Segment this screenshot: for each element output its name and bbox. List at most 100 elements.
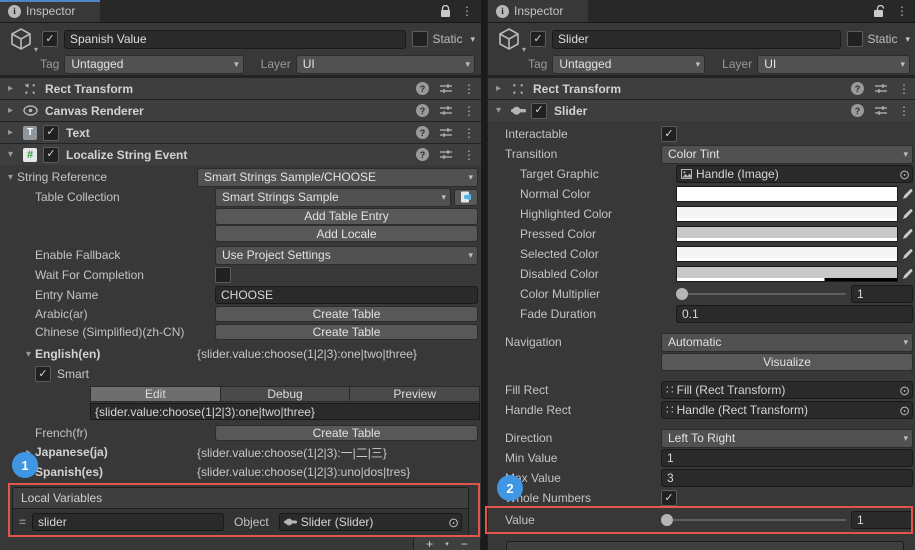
component-header-localize-string-event[interactable]: ▾ # ✓ Localize String Event ? ⋮ (0, 143, 481, 165)
visualize-button[interactable]: Visualize (661, 353, 913, 371)
component-enabled-checkbox[interactable]: ✓ (43, 125, 59, 141)
foldout-icon[interactable]: ▸ (492, 83, 505, 94)
foldout-icon[interactable]: ▾ (492, 105, 505, 116)
eyedropper-icon[interactable] (902, 248, 913, 260)
kebab-menu-icon[interactable]: ⋮ (461, 5, 473, 17)
variable-name-field[interactable]: slider (32, 513, 224, 531)
kebab-menu-icon[interactable]: ⋮ (463, 127, 475, 139)
presets-icon[interactable] (440, 149, 452, 160)
foldout-icon[interactable]: ▾ (4, 172, 17, 183)
foldout-icon[interactable]: ▸ (4, 127, 17, 138)
component-header-canvas-renderer[interactable]: ▸ Canvas Renderer ? ⋮ (0, 99, 481, 121)
layer-dropdown[interactable]: UI ▾ (757, 55, 910, 74)
table-collection-dropdown[interactable]: Smart Strings Sample ▾ (215, 188, 451, 207)
fill-rect-field[interactable]: ∷ Fill (Rect Transform) ⊙ (661, 381, 913, 399)
min-value-field[interactable]: 1 (661, 449, 913, 467)
tab-debug[interactable]: Debug (220, 386, 350, 402)
value-slider[interactable] (661, 513, 848, 527)
help-icon[interactable]: ? (416, 126, 429, 139)
help-icon[interactable]: ? (851, 104, 864, 117)
gameobject-name-field[interactable]: Slider (552, 30, 841, 49)
static-checkbox[interactable] (847, 31, 863, 47)
presets-icon[interactable] (875, 83, 887, 94)
lock-closed-icon[interactable] (440, 5, 451, 18)
target-graphic-field[interactable]: Handle (Image) ⊙ (676, 165, 913, 183)
presets-icon[interactable] (875, 105, 887, 116)
tab-inspector[interactable]: i Inspector (0, 0, 100, 22)
chevron-down-icon[interactable]: ▾ (905, 34, 910, 45)
disabled-color-swatch[interactable] (676, 266, 898, 282)
presets-icon[interactable] (440, 105, 452, 116)
handle-rect-field[interactable]: ∷ Handle (Rect Transform) ⊙ (661, 401, 913, 419)
tag-dropdown[interactable]: Untagged ▾ (552, 55, 705, 74)
string-reference-dropdown[interactable]: Smart Strings Sample/CHOOSE ▾ (197, 168, 478, 187)
navigation-dropdown[interactable]: Automatic ▾ (661, 333, 913, 352)
gameobject-name-field[interactable]: Spanish Value (64, 30, 406, 49)
static-checkbox[interactable] (412, 31, 428, 47)
kebab-menu-icon[interactable]: ⋮ (463, 83, 475, 95)
object-picker-icon[interactable]: ⊙ (448, 516, 459, 529)
enable-fallback-dropdown[interactable]: Use Project Settings ▾ (215, 246, 478, 265)
add-variable-button[interactable]: + (426, 538, 433, 550)
kebab-menu-icon[interactable]: ⋮ (898, 83, 910, 95)
help-icon[interactable]: ? (416, 104, 429, 117)
remove-variable-button[interactable]: − (461, 538, 468, 550)
object-picker-icon[interactable]: ⊙ (899, 384, 910, 397)
component-enabled-checkbox[interactable]: ✓ (43, 147, 59, 163)
create-table-button-arabic[interactable]: Create Table (215, 306, 478, 322)
drag-handle-icon[interactable]: = (19, 515, 26, 529)
variable-object-field[interactable]: Slider (Slider) ⊙ (279, 513, 462, 531)
foldout-icon[interactable]: ▾ (4, 349, 35, 360)
component-header-rect-transform[interactable]: ▸ Rect Transform ? ⋮ (0, 77, 481, 99)
transition-dropdown[interactable]: Color Tint ▾ (661, 145, 913, 164)
wait-for-completion-checkbox[interactable] (215, 267, 231, 283)
interactable-checkbox[interactable]: ✓ (661, 126, 677, 142)
component-header-slider[interactable]: ▾ ✓ Slider ? ⋮ (488, 99, 915, 121)
color-multiplier-slider[interactable] (676, 287, 848, 301)
active-checkbox[interactable]: ✓ (530, 31, 546, 47)
fade-duration-field[interactable]: 0.1 (676, 305, 913, 323)
direction-dropdown[interactable]: Left To Right ▾ (661, 429, 913, 448)
lock-open-icon[interactable] (873, 5, 886, 18)
tab-edit[interactable]: Edit (90, 386, 220, 402)
presets-icon[interactable] (440, 127, 452, 138)
help-icon[interactable]: ? (851, 82, 864, 95)
presets-icon[interactable] (440, 83, 452, 94)
foldout-icon[interactable]: ▸ (4, 83, 17, 94)
eyedropper-icon[interactable] (902, 208, 913, 220)
gameobject-cube-icon[interactable]: ▾ (494, 24, 524, 54)
foldout-icon[interactable]: ▸ (4, 105, 17, 116)
eyedropper-icon[interactable] (902, 188, 913, 200)
foldout-icon[interactable]: ▾ (4, 149, 17, 160)
object-picker-icon[interactable]: ⊙ (899, 168, 910, 181)
chevron-down-icon[interactable]: ▾ (470, 34, 475, 45)
object-picker-icon[interactable]: ⊙ (899, 404, 910, 417)
help-icon[interactable]: ? (416, 148, 429, 161)
component-header-rect-transform[interactable]: ▸ Rect Transform ? ⋮ (488, 77, 915, 99)
open-table-editor-button[interactable] (454, 189, 478, 206)
max-value-field[interactable]: 3 (661, 469, 913, 487)
create-table-button-french[interactable]: Create Table (215, 425, 478, 441)
active-checkbox[interactable]: ✓ (42, 31, 58, 47)
smart-string-edit-area[interactable]: {slider.value:choose(1|2|3):one|two|thre… (90, 403, 480, 420)
help-icon[interactable]: ? (416, 82, 429, 95)
smart-checkbox[interactable]: ✓ (35, 366, 51, 382)
color-multiplier-field[interactable]: 1 (851, 285, 913, 303)
gameobject-cube-icon[interactable]: ▾ (6, 24, 36, 54)
eyedropper-icon[interactable] (902, 228, 913, 240)
normal-color-swatch[interactable] (676, 186, 898, 202)
pressed-color-swatch[interactable] (676, 226, 898, 242)
whole-numbers-checkbox[interactable]: ✓ (661, 490, 677, 506)
selected-color-swatch[interactable] (676, 246, 898, 262)
layer-dropdown[interactable]: UI ▾ (296, 55, 475, 74)
eyedropper-icon[interactable] (902, 268, 913, 280)
kebab-menu-icon[interactable]: ⋮ (898, 105, 910, 117)
highlighted-color-swatch[interactable] (676, 206, 898, 222)
create-table-button-chinese[interactable]: Create Table (215, 324, 478, 340)
tab-inspector[interactable]: i Inspector (488, 0, 588, 22)
add-locale-button[interactable]: Add Locale (215, 225, 478, 242)
kebab-menu-icon[interactable]: ⋮ (463, 149, 475, 161)
tag-dropdown[interactable]: Untagged ▾ (64, 55, 243, 74)
kebab-menu-icon[interactable]: ⋮ (463, 105, 475, 117)
tab-preview[interactable]: Preview (349, 386, 480, 402)
